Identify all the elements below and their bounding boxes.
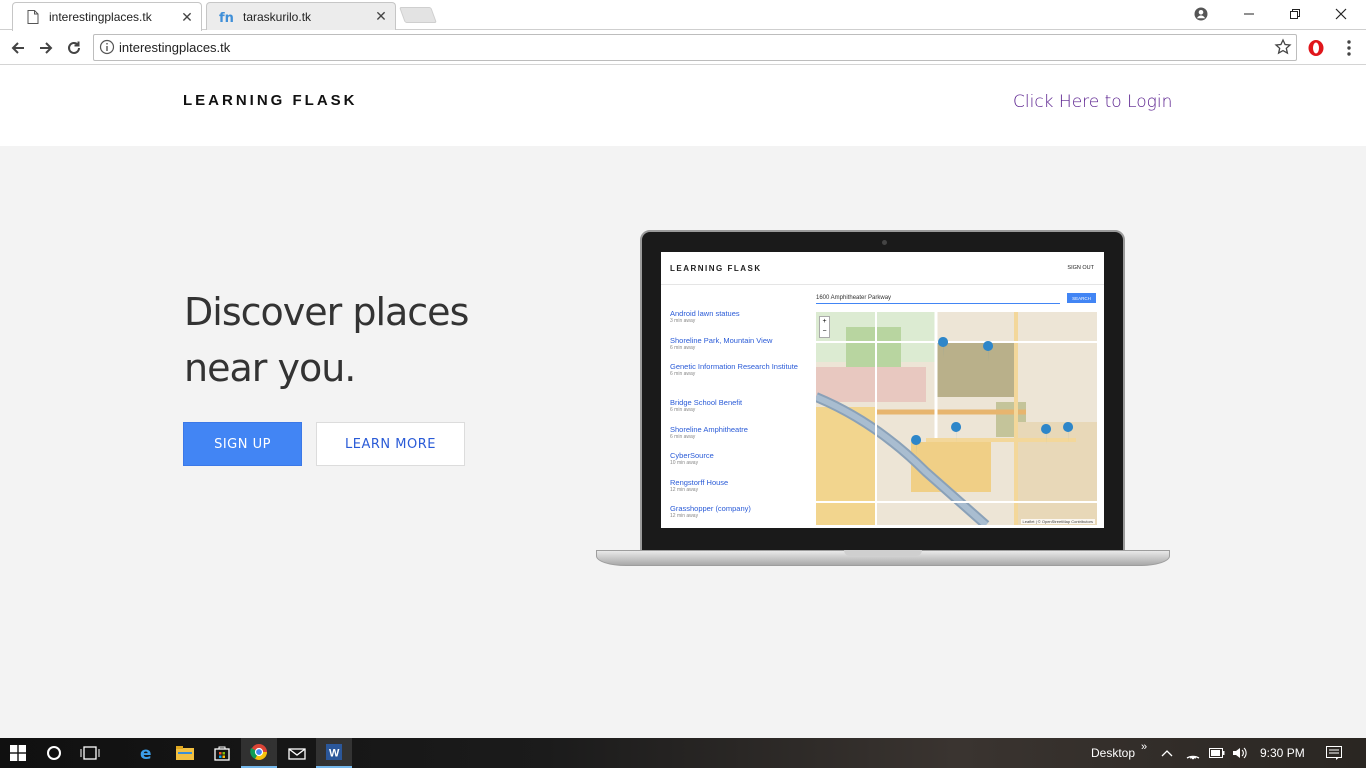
map-zoom-control: + − xyxy=(819,316,830,338)
laptop-lid: LEARNING FLASK SIGN OUT Android lawn sta… xyxy=(640,230,1125,552)
learn-more-button[interactable]: LEARN MORE xyxy=(316,422,465,466)
edge-browser-icon[interactable]: e xyxy=(130,738,166,768)
place-name: Android lawn statues xyxy=(670,309,740,318)
map-graphic xyxy=(816,312,1097,525)
browser-toolbar xyxy=(0,31,1366,65)
menu-kebab-icon[interactable] xyxy=(1338,37,1360,59)
tab-title: taraskurilo.tk xyxy=(243,9,312,24)
reload-icon[interactable] xyxy=(62,36,86,60)
svg-text:fn: fn xyxy=(219,11,234,24)
word-icon[interactable]: W xyxy=(316,738,352,768)
hero-headline-line1: Discover places xyxy=(184,290,469,334)
list-item: Bridge School Benefit 6 min away xyxy=(670,398,810,425)
address-bar[interactable] xyxy=(93,34,1297,61)
laptop-notch xyxy=(844,550,922,556)
opera-extension-icon[interactable] xyxy=(1305,37,1327,59)
place-distance: 3 min away xyxy=(670,318,696,324)
page-icon xyxy=(25,9,41,25)
close-icon[interactable]: ✕ xyxy=(179,9,195,26)
mini-brand: LEARNING FLASK xyxy=(670,264,762,273)
windows-start-icon[interactable] xyxy=(0,738,36,768)
file-explorer-icon[interactable] xyxy=(167,738,203,768)
profile-icon[interactable] xyxy=(1178,0,1224,28)
mail-icon[interactable] xyxy=(279,738,315,768)
site-brand[interactable]: LEARNING FLASK xyxy=(183,92,358,109)
hero-headline: Discover places near you. xyxy=(184,284,504,396)
back-arrow-icon[interactable] xyxy=(6,36,30,60)
battery-icon[interactable] xyxy=(1206,738,1228,768)
place-name: Bridge School Benefit xyxy=(670,398,743,407)
place-distance: 10 min away xyxy=(670,460,699,466)
task-view-icon[interactable] xyxy=(72,738,108,768)
list-item: Grasshopper (company) 12 min away xyxy=(670,504,810,528)
svg-text:W: W xyxy=(329,748,340,760)
place-name: Rengstorff House xyxy=(670,477,729,487)
tab-title: interestingplaces.tk xyxy=(49,10,152,24)
windows-taskbar: e W Desktop » 9:30 PM xyxy=(0,738,1366,768)
window-close-icon[interactable] xyxy=(1318,0,1364,28)
place-name: Shoreline Park, Mountain View xyxy=(670,335,773,345)
list-item: Shoreline Amphitheatre 6 min away xyxy=(670,425,810,452)
place-distance: 6 min away xyxy=(670,407,696,413)
list-item: Android lawn statues 3 min away xyxy=(670,309,810,336)
desktop-toolbar-label[interactable]: Desktop xyxy=(1091,738,1135,768)
browser-tab-strip: interestingplaces.tk ✕ fn taraskurilo.tk… xyxy=(0,0,1366,31)
signup-button[interactable]: SIGN UP xyxy=(183,422,302,466)
new-tab-button[interactable] xyxy=(399,7,437,23)
hero-section: Discover places near you. SIGN UP LEARN … xyxy=(0,146,1366,738)
chrome-icon[interactable] xyxy=(241,738,277,768)
bookmark-star-icon[interactable] xyxy=(1274,38,1292,56)
info-icon[interactable] xyxy=(99,39,115,55)
place-distance: 6 min away xyxy=(670,433,696,440)
tab-interestingplaces[interactable]: interestingplaces.tk ✕ xyxy=(12,2,202,31)
fn-favicon-icon: fn xyxy=(219,9,235,25)
place-name: Shoreline Amphitheatre xyxy=(670,424,748,434)
mini-map: + − Leaflet | © OpenStreetMap Contributor… xyxy=(816,312,1097,525)
chevron-up-icon[interactable] xyxy=(1156,738,1178,768)
site-header: LEARNING FLASK Click Here to Login xyxy=(0,66,1366,146)
mini-signout: SIGN OUT xyxy=(1067,265,1094,271)
action-center-icon[interactable] xyxy=(1316,738,1352,768)
list-item: Genetic Information Research Institute 6 … xyxy=(670,362,810,398)
list-item: Rengstorff House 12 min away xyxy=(670,478,810,505)
volume-icon[interactable] xyxy=(1229,738,1251,768)
map-attribution: Leaflet | © OpenStreetMap Contributors xyxy=(1020,519,1095,524)
wifi-icon[interactable] xyxy=(1182,738,1204,768)
list-item: CyberSource 10 min away xyxy=(670,451,810,478)
place-name: Genetic Information Research Institute xyxy=(670,362,798,371)
minimize-icon[interactable] xyxy=(1226,0,1272,28)
place-distance: 6 min away xyxy=(670,371,696,377)
store-icon[interactable] xyxy=(204,738,240,768)
place-name: CyberSource xyxy=(670,451,714,460)
restore-icon[interactable] xyxy=(1272,0,1318,28)
laptop-screen: LEARNING FLASK SIGN OUT Android lawn sta… xyxy=(661,252,1104,528)
tab-taraskurilo[interactable]: fn taraskurilo.tk ✕ xyxy=(206,2,396,30)
url-input[interactable] xyxy=(119,35,1259,60)
laptop-screenshot-image: LEARNING FLASK SIGN OUT Android lawn sta… xyxy=(596,230,1170,570)
mini-app-header: LEARNING FLASK SIGN OUT xyxy=(661,252,1104,285)
mini-search-field: 1600 Amphitheater Parkway xyxy=(816,294,1060,304)
mini-search-button: SEARCH xyxy=(1067,293,1096,303)
hero-headline-line2: near you. xyxy=(184,346,356,390)
place-distance: 6 min away xyxy=(670,344,696,351)
svg-text:e: e xyxy=(140,744,152,762)
login-link[interactable]: Click Here to Login xyxy=(1013,92,1172,112)
close-icon[interactable]: ✕ xyxy=(373,8,389,25)
place-distance: 12 min away xyxy=(670,513,699,519)
forward-arrow-icon[interactable] xyxy=(34,36,58,60)
clock-time[interactable]: 9:30 PM xyxy=(1260,738,1305,768)
list-item: Shoreline Park, Mountain View 6 min away xyxy=(670,336,810,363)
mini-places-list: Android lawn statues 3 min away Shoreline… xyxy=(670,309,810,528)
camera-icon xyxy=(882,240,887,245)
place-distance: 12 min away xyxy=(670,486,699,493)
desktop-expand-icon[interactable]: » xyxy=(1141,732,1147,762)
place-name: Grasshopper (company) xyxy=(670,504,751,513)
search-cortana-icon[interactable] xyxy=(36,738,72,768)
